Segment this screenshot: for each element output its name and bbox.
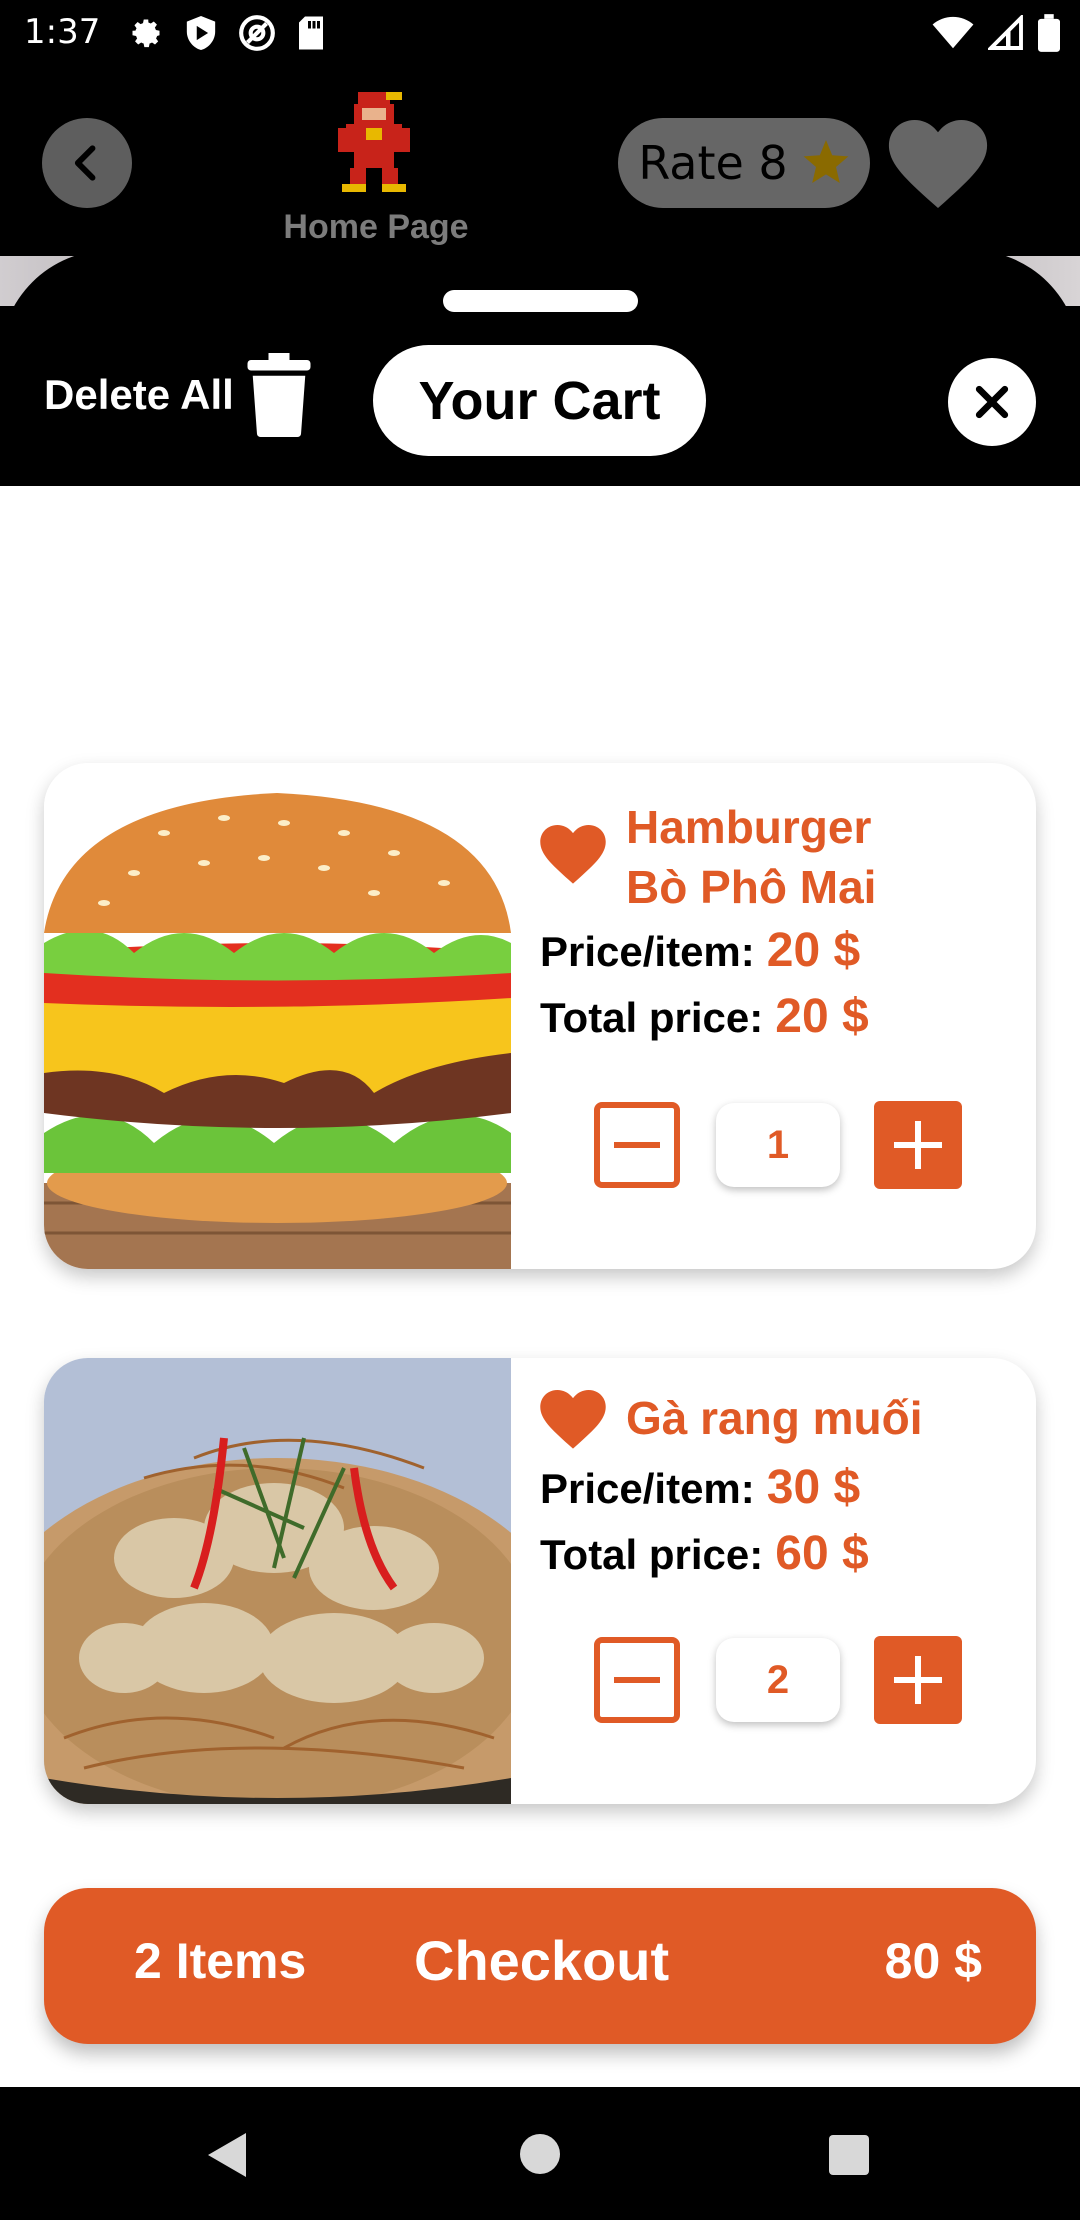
status-icons-right xyxy=(932,14,1060,52)
total-label: Total price: xyxy=(540,1531,764,1578)
sd-card-icon xyxy=(299,16,323,50)
item-name: Hamburger Bò Phô Mai xyxy=(626,801,877,913)
minus-icon xyxy=(614,1142,660,1148)
close-cart-button[interactable] xyxy=(948,358,1036,446)
checkout-button[interactable]: 2 Items Checkout 80 $ xyxy=(44,1888,1036,2044)
close-icon xyxy=(975,385,1009,419)
nav-home-icon[interactable] xyxy=(520,2134,560,2174)
total-price-row: Total price: 20 $ xyxy=(540,989,869,1044)
system-nav-bar xyxy=(0,2087,1080,2220)
cart-content: Hamburger Bò Phô Mai Price/item: 20 $ To… xyxy=(0,486,1080,2087)
home-page-label[interactable]: Home Page xyxy=(270,208,482,247)
sheet-drag-handle[interactable] xyxy=(443,290,638,312)
price-label: Price/item: xyxy=(540,1465,755,1512)
back-button[interactable] xyxy=(42,118,132,208)
quantity-value: 2 xyxy=(716,1638,840,1722)
at-sign-icon xyxy=(239,15,275,51)
increase-quantity-button[interactable] xyxy=(874,1636,962,1724)
nav-recents-icon[interactable] xyxy=(829,2135,869,2175)
price-per-item-row: Price/item: 30 $ xyxy=(540,1460,860,1515)
item-image-hamburger xyxy=(44,763,511,1269)
chevron-left-icon xyxy=(74,145,96,181)
rate-button[interactable]: Rate 8 xyxy=(618,118,870,208)
increase-quantity-button[interactable] xyxy=(874,1101,962,1189)
app-header: Home Page Rate 8 xyxy=(0,66,1080,256)
checkout-label: Checkout xyxy=(414,1929,670,1992)
status-time: 1:37 xyxy=(24,12,101,52)
item-name: Gà rang muối xyxy=(626,1392,923,1444)
quantity-stepper: 1 xyxy=(594,1101,962,1189)
price-value: 30 $ xyxy=(766,1461,861,1514)
favorite-heart-icon[interactable] xyxy=(540,825,606,885)
wifi-icon xyxy=(932,16,974,49)
cart-sheet-header: Delete All Your Cart xyxy=(0,250,1080,486)
decrease-quantity-button[interactable] xyxy=(594,1637,680,1723)
total-label: Total price: xyxy=(540,994,764,1041)
total-value: 20 $ xyxy=(775,990,869,1043)
item-image-salted-chicken xyxy=(44,1358,511,1804)
cart-item-card: Hamburger Bò Phô Mai Price/item: 20 $ To… xyxy=(44,763,1036,1269)
price-value: 20 $ xyxy=(766,924,861,977)
decrease-quantity-button[interactable] xyxy=(594,1102,680,1188)
total-price-row: Total price: 60 $ xyxy=(540,1526,869,1581)
battery-icon xyxy=(1038,14,1060,52)
minus-icon xyxy=(614,1677,660,1683)
nav-back-icon[interactable] xyxy=(208,2133,246,2177)
favorite-heart-icon[interactable] xyxy=(540,1390,606,1450)
total-value: 60 $ xyxy=(775,1527,869,1580)
favorite-heart-icon[interactable] xyxy=(888,120,988,210)
settings-icon xyxy=(132,19,160,48)
checkout-total: 80 $ xyxy=(884,1933,982,1989)
delete-all-button[interactable]: Delete All xyxy=(44,352,314,438)
quantity-value: 1 xyxy=(716,1103,840,1187)
cart-item-card: Gà rang muối Price/item: 30 $ Total pric… xyxy=(44,1358,1036,1804)
star-icon xyxy=(803,140,849,183)
item-info: Hamburger Bò Phô Mai Price/item: 20 $ To… xyxy=(540,763,1036,1269)
shield-icon xyxy=(186,16,216,50)
price-per-item-row: Price/item: 20 $ xyxy=(540,923,860,978)
rate-label: Rate 8 xyxy=(638,136,788,190)
signal-icon xyxy=(988,15,1023,50)
hero-mascot-logo[interactable] xyxy=(330,88,418,192)
quantity-stepper: 2 xyxy=(594,1636,962,1724)
status-bar: 1:37 xyxy=(0,0,1080,66)
status-icons-left xyxy=(128,14,326,52)
checkout-items-count: 2 Items xyxy=(134,1933,307,1989)
item-info: Gà rang muối Price/item: 30 $ Total pric… xyxy=(540,1358,1036,1804)
price-label: Price/item: xyxy=(540,928,755,975)
cart-title: Your Cart xyxy=(373,345,706,456)
delete-all-label: Delete All xyxy=(44,371,234,418)
trash-icon xyxy=(247,353,311,437)
